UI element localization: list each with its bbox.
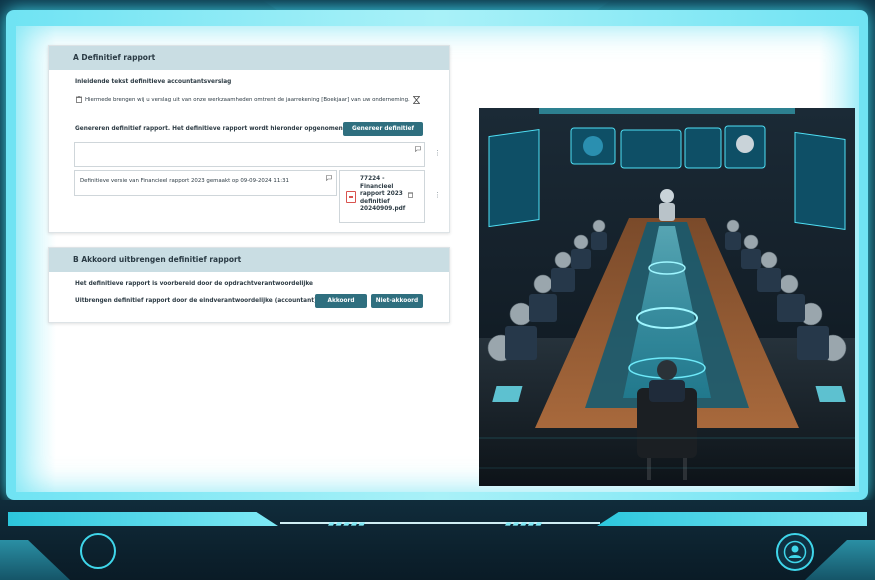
intro-label: Inleidende tekst definitieve accountants… [75,79,232,85]
prepared-label: Het definitieve rapport is voorbereid do… [75,281,313,287]
delete-file-icon[interactable] [408,192,413,198]
section-a-header: A Definitief rapport [49,46,449,70]
frame-dashes-right: ▰▰▰▰▰ [505,517,544,530]
intro-text: Hiermede brengen wij u verslag uit van o… [85,97,410,103]
frame-strip-left [8,512,278,526]
section-definitief-rapport: A Definitief rapport Inleidende tekst de… [48,45,450,233]
version-text: Definitieve versie van Financieel rappor… [80,178,289,184]
pdf-file-icon [346,191,356,203]
frame-strip-right [597,512,867,526]
boardroom-illustration [479,108,855,486]
file-name: 77224 - Financieel rapport 2023 definiti… [360,176,406,213]
section-akkoord: B Akkoord uitbrengen definitief rapport … [48,247,450,323]
generate-definitief-button[interactable]: Genereer definitief [343,122,423,136]
section-b-header: B Akkoord uitbrengen definitief rapport [49,248,449,272]
niet-akkoord-button[interactable]: Niet-akkoord [371,294,423,308]
user-icon [783,540,807,564]
issue-label: Uitbrengen definitief rapport door de ei… [75,298,317,304]
comment-icon[interactable] [415,146,421,152]
ai-boardroom-image [479,108,855,486]
more-options-icon[interactable]: ⋮ [434,150,441,157]
report-text-field[interactable] [74,142,425,167]
attached-file-card[interactable]: 77224 - Financieel rapport 2023 definiti… [339,170,425,223]
version-text-field[interactable]: Definitieve versie van Financieel rappor… [74,170,337,196]
hourglass-icon[interactable] [413,96,420,104]
frame-dashes-left: ▰▰▰▰▰ [328,517,367,530]
akkoord-button[interactable]: Akkoord [315,294,367,308]
home-circle-button[interactable] [80,533,116,569]
generate-label: Genereren definitief rapport. Het defini… [75,126,346,132]
comment-icon[interactable] [326,175,332,181]
more-options-icon[interactable]: ⋮ [434,192,441,199]
user-profile-button[interactable] [776,533,814,571]
trash-icon[interactable] [76,96,82,103]
